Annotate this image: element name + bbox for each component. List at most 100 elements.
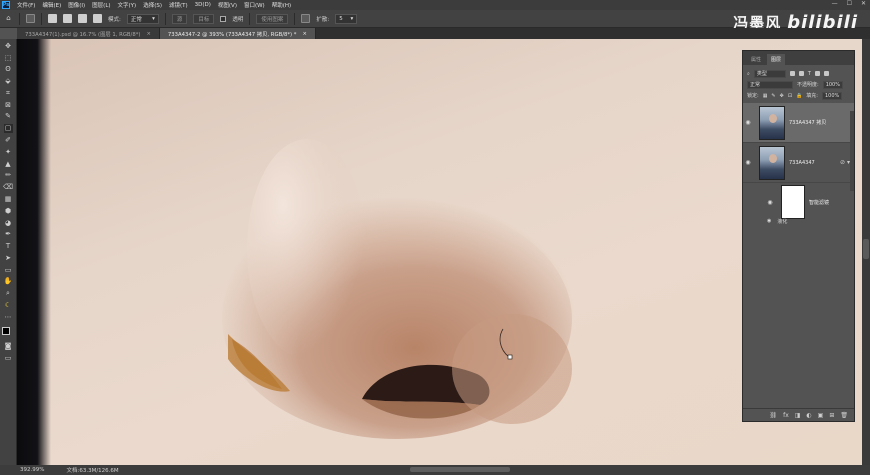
adjustment-filter-icon[interactable] xyxy=(798,71,804,76)
menu-file[interactable]: 文件(F) xyxy=(17,1,35,9)
scroll-thumb[interactable] xyxy=(863,239,869,259)
layer-row[interactable]: ◉ 733A4347 拷贝 xyxy=(743,103,854,143)
new-selection-icon[interactable] xyxy=(48,14,57,23)
minimize-icon[interactable]: — xyxy=(832,0,838,7)
delete-layer-icon[interactable]: 🗑 xyxy=(840,412,848,419)
close-icon[interactable]: × xyxy=(302,31,306,37)
brush-tool-icon[interactable]: ✐ xyxy=(4,136,13,145)
menu-image[interactable]: 图像(I) xyxy=(68,1,85,9)
tool-preset-icon[interactable] xyxy=(26,14,35,23)
smart-filter-row[interactable]: ◉ 智能滤镜 ◉ 液化 xyxy=(743,183,854,225)
type-filter-icon[interactable]: T xyxy=(808,71,811,77)
opacity-input[interactable]: 100% xyxy=(822,80,843,89)
eraser-tool-icon[interactable]: ⌫ xyxy=(3,183,13,192)
menu-window[interactable]: 窗口(W) xyxy=(244,1,265,9)
menu-type[interactable]: 文字(Y) xyxy=(118,1,137,9)
filter-mask-thumbnail[interactable] xyxy=(781,185,805,219)
crop-tool-icon[interactable]: ⌗ xyxy=(4,89,13,98)
blend-mode-select[interactable]: 正常 xyxy=(747,80,793,89)
layer-name[interactable]: 733A4347 xyxy=(789,160,815,166)
pen-tool-icon[interactable]: ✒ xyxy=(4,231,13,240)
menu-select[interactable]: 选择(S) xyxy=(143,1,162,9)
zoom-tool-icon[interactable]: ⌕ xyxy=(4,289,13,298)
layer-row[interactable]: ◉ 733A4347 ⊘ ▾ xyxy=(743,143,854,183)
move-tool-icon[interactable]: ✥ xyxy=(4,42,13,51)
panel-scrollbar[interactable] xyxy=(850,111,854,191)
eyedropper-tool-icon[interactable]: ✎ xyxy=(4,113,13,122)
blur-tool-icon[interactable]: ⬢ xyxy=(4,207,13,216)
maximize-icon[interactable]: ☐ xyxy=(847,0,852,7)
intersect-selection-icon[interactable] xyxy=(93,14,102,23)
transparent-label: 透明 xyxy=(232,16,244,23)
menu-filter[interactable]: 滤镜(T) xyxy=(169,1,188,9)
layer-name[interactable]: 733A4347 拷贝 xyxy=(789,119,826,126)
shape-filter-icon[interactable] xyxy=(814,71,820,76)
menu-layer[interactable]: 图层(L) xyxy=(92,1,110,9)
mode-select[interactable]: 正常 ▾ xyxy=(126,13,159,24)
filter-entry[interactable]: ◉ 液化 xyxy=(767,218,787,225)
quick-select-tool-icon[interactable]: ⬙ xyxy=(4,77,13,86)
menu-view[interactable]: 视图(V) xyxy=(218,1,237,9)
shape-tool-icon[interactable]: ▭ xyxy=(4,266,13,275)
subtract-selection-icon[interactable] xyxy=(78,14,87,23)
transparent-checkbox[interactable] xyxy=(220,15,227,22)
pencil-tool-icon[interactable]: ✏ xyxy=(4,172,13,181)
type-tool-icon[interactable]: T xyxy=(4,242,13,251)
path-select-tool-icon[interactable]: ➤ xyxy=(4,254,13,263)
smart-filter-indicator-icon[interactable]: ⊘ ▾ xyxy=(840,159,850,166)
zoom-level[interactable]: 392.99% xyxy=(20,467,44,473)
fill-input[interactable]: 100% xyxy=(821,91,843,100)
destination-button[interactable]: 目标 xyxy=(193,13,215,24)
new-layer-icon[interactable]: ⊞ xyxy=(829,412,834,419)
foreground-color-swatch[interactable] xyxy=(2,326,10,335)
color-swatches[interactable] xyxy=(2,326,14,339)
diffusion-input[interactable]: 5 ▾ xyxy=(335,13,358,24)
source-button[interactable]: 源 xyxy=(171,13,188,24)
layer-kind-select[interactable]: 类型 xyxy=(753,69,786,78)
add-style-icon[interactable]: fx xyxy=(783,412,789,419)
adjustment-layer-icon[interactable]: ◐ xyxy=(806,412,811,419)
lock-position-icon[interactable]: ✥ xyxy=(780,93,784,99)
smart-object-filter-icon[interactable] xyxy=(823,71,829,76)
pixel-filter-icon[interactable] xyxy=(789,71,795,76)
lock-artboard-icon[interactable]: ⊡ xyxy=(788,93,792,99)
close-icon[interactable]: ✕ xyxy=(861,0,866,7)
lock-pixels-icon[interactable]: ▦ xyxy=(763,93,768,99)
banana-tool-icon[interactable]: ☾ xyxy=(4,301,13,310)
hand-tool-icon[interactable]: ✋ xyxy=(4,278,13,287)
tab-properties[interactable]: 属性 xyxy=(747,54,765,65)
lock-all-icon[interactable]: 🔒 xyxy=(796,93,802,99)
new-group-icon[interactable]: ▣ xyxy=(818,412,824,419)
menu-edit[interactable]: 编辑(E) xyxy=(42,1,61,9)
frame-tool-icon[interactable]: ⊠ xyxy=(4,101,13,110)
visibility-eye-icon[interactable]: ◉ xyxy=(743,119,753,126)
menu-help[interactable]: 帮助(H) xyxy=(272,1,291,9)
visibility-eye-icon[interactable]: ◉ xyxy=(743,159,753,166)
link-layers-icon[interactable]: ⛓ xyxy=(769,412,777,419)
gradient-tool-icon[interactable]: ▦ xyxy=(4,195,13,204)
home-icon[interactable]: ⌂ xyxy=(4,14,13,23)
use-pattern-button[interactable]: 使用图案 xyxy=(256,13,289,24)
screen-mode-icon[interactable]: ▭ xyxy=(4,354,13,363)
edit-toolbar-icon[interactable]: ⋯ xyxy=(4,313,13,322)
close-icon[interactable]: × xyxy=(146,31,150,37)
tab-document-2[interactable]: 733A4347-2 @ 393% (733A4347 拷贝, RGB/8*) … xyxy=(159,28,316,39)
lasso-tool-icon[interactable]: ʘ xyxy=(4,66,13,75)
vertical-scrollbar[interactable] xyxy=(862,39,870,465)
tab-document-1[interactable]: 733A4347(1).psd @ 16.7% (图层 1, RGB/8*) × xyxy=(17,28,160,39)
marquee-tool-icon[interactable]: ⬚ xyxy=(4,54,13,63)
horizontal-scroll-thumb[interactable] xyxy=(410,467,510,472)
history-brush-tool-icon[interactable]: ▲ xyxy=(4,160,13,169)
tab-layers[interactable]: 图层 xyxy=(767,54,786,65)
add-selection-icon[interactable] xyxy=(63,14,72,23)
clone-stamp-tool-icon[interactable]: ✦ xyxy=(4,148,13,157)
menu-3d[interactable]: 3D(D) xyxy=(195,2,211,8)
add-mask-icon[interactable]: ◨ xyxy=(795,412,801,419)
lock-paint-icon[interactable]: ✎ xyxy=(771,93,775,99)
visibility-eye-icon[interactable]: ◉ xyxy=(767,218,771,225)
pattern-swatch-icon[interactable] xyxy=(301,14,311,23)
quick-mask-icon[interactable]: ◙ xyxy=(4,342,13,351)
dodge-tool-icon[interactable]: ◕ xyxy=(4,219,13,228)
healing-brush-tool-icon[interactable]: ▢ xyxy=(3,124,13,134)
visibility-eye-icon[interactable]: ◉ xyxy=(765,199,775,206)
